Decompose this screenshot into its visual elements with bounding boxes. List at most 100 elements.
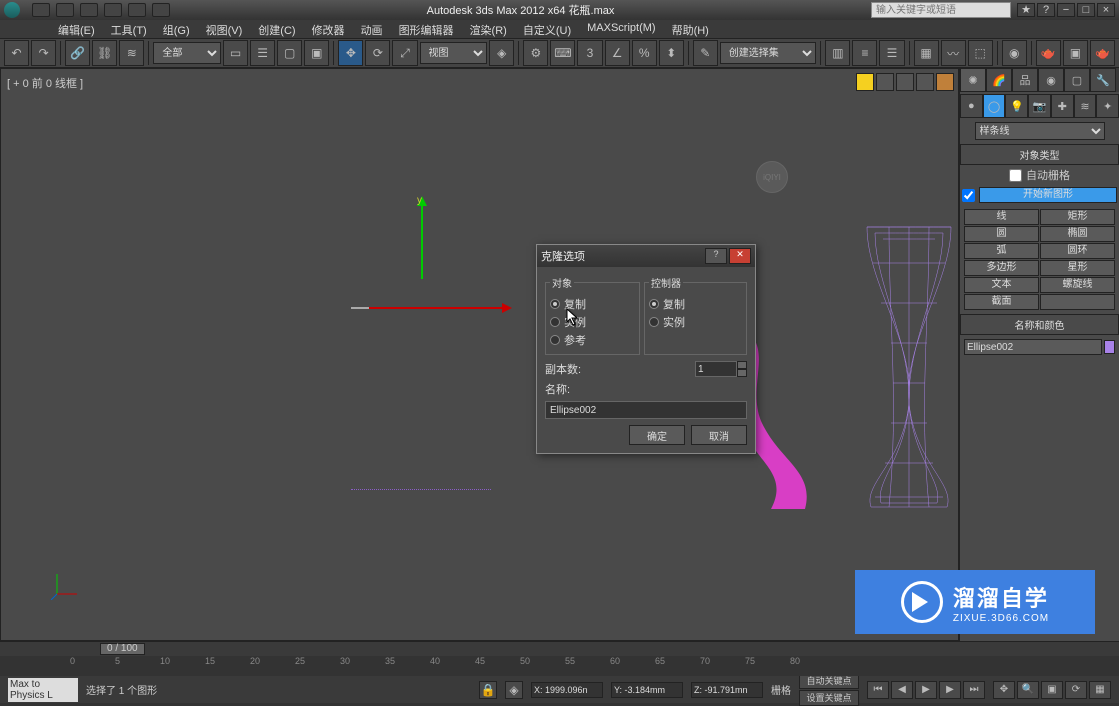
save-icon[interactable] — [80, 3, 98, 17]
render-frame-icon[interactable]: ▣ — [1063, 40, 1088, 66]
select-rotate-icon[interactable]: ⟳ — [365, 40, 390, 66]
selection-lock-icon[interactable]: 🔒 — [479, 681, 497, 699]
angle-snap-icon[interactable]: ∠ — [605, 40, 630, 66]
viewport-label[interactable]: [ + 0 前 0 线框 ] — [7, 75, 87, 91]
graphite-ribbon-icon[interactable]: ▦ — [914, 40, 939, 66]
ref-coord-dropdown[interactable]: 视图 — [420, 42, 488, 64]
keyboard-shortcut-icon[interactable]: ⌨ — [550, 40, 575, 66]
vp-edged-icon[interactable] — [896, 73, 914, 91]
menu-animation[interactable]: 动画 — [353, 20, 391, 38]
auto-grid-checkbox[interactable] — [1009, 169, 1022, 182]
render-setup-icon[interactable]: 🫖 — [1036, 40, 1061, 66]
prev-frame-icon[interactable]: ◀ — [891, 681, 913, 699]
pivot-center-icon[interactable]: ◈ — [489, 40, 514, 66]
play-icon[interactable]: ▶ — [915, 681, 937, 699]
shape-star[interactable]: 星形 — [1040, 260, 1115, 276]
menu-edit[interactable]: 编辑(E) — [50, 20, 103, 38]
select-scale-icon[interactable]: ⤢ — [392, 40, 417, 66]
open-icon[interactable] — [56, 3, 74, 17]
object-color-swatch[interactable] — [1104, 340, 1115, 354]
cancel-button[interactable]: 取消 — [691, 425, 747, 445]
menu-modifiers[interactable]: 修改器 — [304, 20, 353, 38]
named-selection-dropdown[interactable]: 创建选择集 — [720, 42, 817, 64]
goto-start-icon[interactable]: ⏮ — [867, 681, 889, 699]
curve-editor-icon[interactable]: 〰 — [941, 40, 966, 66]
cmd-tab-display[interactable]: ▢ — [1064, 68, 1090, 92]
create-geometry-icon[interactable]: ● — [960, 94, 983, 118]
time-slider-knob[interactable]: 0 / 100 — [100, 643, 145, 655]
start-shape-checkbox[interactable] — [962, 189, 975, 202]
zoom-extents-icon[interactable]: ▣ — [1041, 681, 1063, 699]
radio-ctrl-instance[interactable] — [649, 317, 659, 327]
menu-rendering[interactable]: 渲染(R) — [462, 20, 515, 38]
menu-views[interactable]: 视图(V) — [198, 20, 251, 38]
coord-z[interactable]: Z: -91.791mn — [691, 682, 763, 698]
shape-ellipse[interactable]: 椭圆 — [1040, 226, 1115, 242]
shape-text[interactable]: 文本 — [964, 277, 1039, 293]
shape-line[interactable]: 线 — [964, 209, 1039, 225]
create-lights-icon[interactable]: 💡 — [1005, 94, 1028, 118]
coord-y[interactable]: Y: -3.184mm — [611, 682, 683, 698]
menu-create[interactable]: 创建(C) — [250, 20, 303, 38]
ok-button[interactable]: 确定 — [629, 425, 685, 445]
create-cameras-icon[interactable]: 📷 — [1028, 94, 1051, 118]
window-crossing-icon[interactable]: ▣ — [304, 40, 329, 66]
dialog-close-button[interactable]: ✕ — [729, 248, 751, 264]
maximize-button[interactable]: □ — [1077, 3, 1095, 17]
cmd-tab-utilities[interactable]: 🔧 — [1090, 68, 1116, 92]
radio-copy[interactable] — [550, 299, 560, 309]
radio-reference[interactable] — [550, 335, 560, 345]
help-search-input[interactable] — [871, 2, 1011, 18]
vp-safe-icon[interactable] — [936, 73, 954, 91]
manipulate-icon[interactable]: ⚙ — [523, 40, 548, 66]
absolute-transform-icon[interactable]: ◈ — [505, 681, 523, 699]
align-icon[interactable]: ≡ — [852, 40, 877, 66]
cmd-tab-hierarchy[interactable]: 品 — [1012, 68, 1038, 92]
new-icon[interactable] — [32, 3, 50, 17]
dialog-help-button[interactable]: ? — [705, 248, 727, 264]
select-move-icon[interactable]: ✥ — [338, 40, 363, 66]
vp-wire-icon[interactable] — [876, 73, 894, 91]
spinner-down[interactable] — [737, 369, 747, 377]
create-spacewarps-icon[interactable]: ≋ — [1074, 94, 1097, 118]
select-by-name-icon[interactable]: ☰ — [250, 40, 275, 66]
vp-grid-icon[interactable] — [916, 73, 934, 91]
material-editor-icon[interactable]: ◉ — [1002, 40, 1027, 66]
ellipse-shape[interactable] — [351, 489, 491, 491]
start-shape-button[interactable]: 开始新图形 — [979, 187, 1117, 203]
unlink-icon[interactable]: ⛓ — [92, 40, 117, 66]
dialog-titlebar[interactable]: 克隆选项 ? ✕ — [537, 245, 755, 267]
scene-object-vase-wire[interactable] — [863, 223, 955, 511]
gizmo-y-axis[interactable] — [421, 199, 423, 279]
object-name-input[interactable] — [964, 339, 1102, 355]
vp-shade-icon[interactable] — [856, 73, 874, 91]
sign-in-icon[interactable]: ? — [1037, 3, 1055, 17]
maxscript-listener[interactable]: Max to Physics L — [8, 678, 78, 702]
set-key-button[interactable]: 设置关键点 — [799, 690, 859, 706]
shape-rectangle[interactable]: 矩形 — [1040, 209, 1115, 225]
shape-ngon[interactable]: 多边形 — [964, 260, 1039, 276]
render-icon[interactable]: 🫖 — [1090, 40, 1115, 66]
pan-icon[interactable]: ✥ — [993, 681, 1015, 699]
spinner-snap-icon[interactable]: ⬍ — [659, 40, 684, 66]
rollout-object-type[interactable]: 对象类型 — [960, 144, 1119, 165]
redo-icon[interactable] — [128, 3, 146, 17]
gizmo-x-axis[interactable] — [369, 307, 509, 309]
mirror-icon[interactable]: ▥ — [825, 40, 850, 66]
clone-name-input[interactable] — [545, 401, 747, 419]
time-slider-track[interactable]: 0 / 100 — [0, 642, 1119, 656]
redo-icon[interactable]: ↷ — [31, 40, 56, 66]
select-region-icon[interactable]: ▢ — [277, 40, 302, 66]
select-object-icon[interactable]: ▭ — [223, 40, 248, 66]
shape-donut[interactable]: 圆环 — [1040, 243, 1115, 259]
rollout-name-color[interactable]: 名称和颜色 — [960, 314, 1119, 335]
next-frame-icon[interactable]: ▶ — [939, 681, 961, 699]
menu-tools[interactable]: 工具(T) — [103, 20, 155, 38]
radio-instance[interactable] — [550, 317, 560, 327]
edit-named-sel-icon[interactable]: ✎ — [693, 40, 718, 66]
menu-graph-editors[interactable]: 图形编辑器 — [391, 20, 462, 38]
create-helpers-icon[interactable]: ✚ — [1051, 94, 1074, 118]
cmd-tab-create[interactable]: ✺ — [960, 68, 986, 92]
layer-manager-icon[interactable]: ☰ — [879, 40, 904, 66]
link-icon[interactable]: 🔗 — [65, 40, 90, 66]
